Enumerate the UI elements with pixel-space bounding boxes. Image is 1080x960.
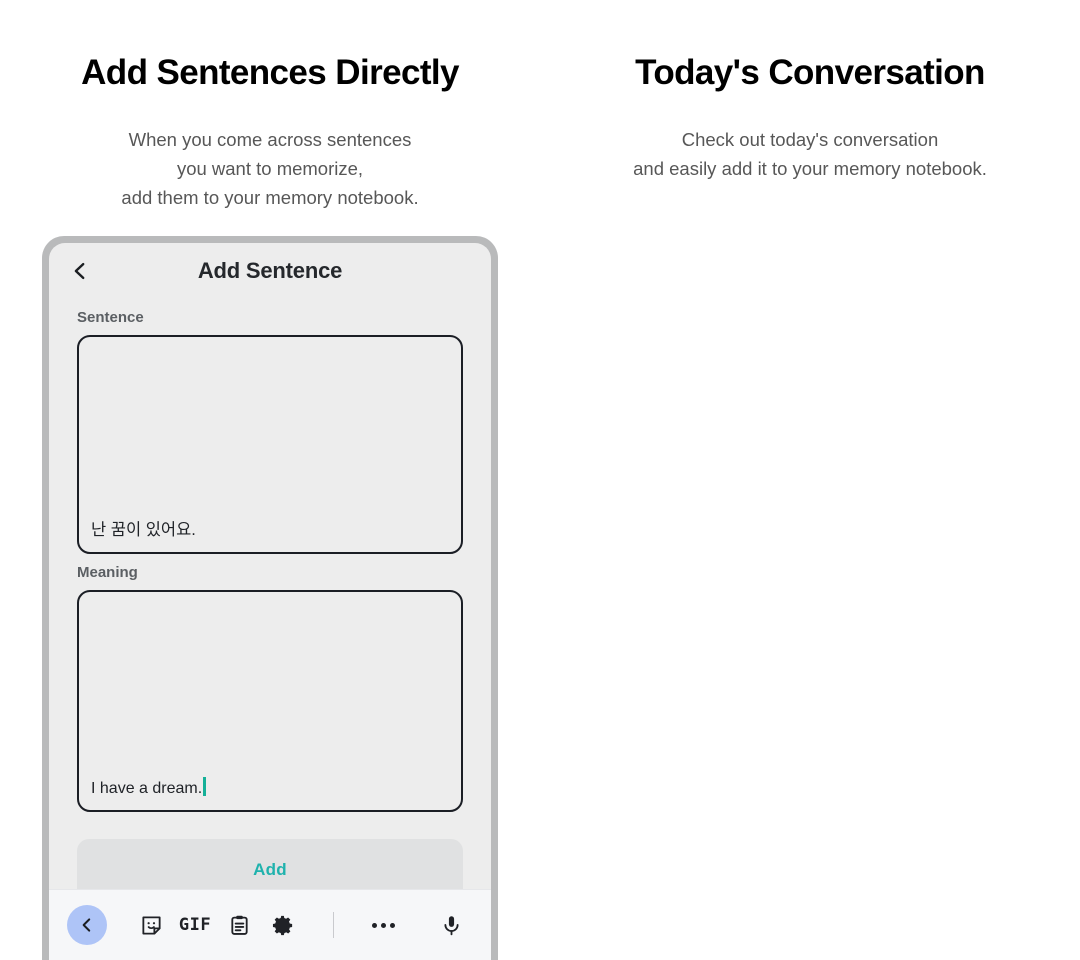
sentence-input-value: 난 꿈이 있어요. [91, 521, 196, 539]
left-subtitle-line-2: you want to memorize, [176, 158, 364, 179]
gear-icon[interactable] [261, 905, 305, 945]
phone-mockup-add-sentence: Add Sentence Sentence 난 꿈이 있어요. Meaning … [42, 236, 498, 960]
left-subtitle-line-3: add them to your memory notebook. [121, 187, 419, 208]
sticker-face-icon[interactable] [129, 905, 173, 945]
meaning-field-label: Meaning [77, 564, 138, 581]
clipboard-icon[interactable] [217, 905, 261, 945]
more-horizontal-icon[interactable] [361, 905, 405, 945]
app-bar: Add Sentence [49, 243, 491, 299]
meaning-input[interactable]: I have a dream. [77, 590, 463, 812]
microphone-icon[interactable] [429, 905, 473, 945]
keyboard-back-button[interactable] [67, 905, 107, 945]
text-caret [203, 777, 206, 796]
promo-page: Add Sentences Directly When you come acr… [0, 0, 1080, 960]
page-title: Add Sentence [197, 258, 343, 283]
meaning-input-value: I have a dream. [91, 780, 203, 797]
right-subtitle-line-1: Check out today's conversation [681, 129, 939, 150]
left-subtitle-line-1: When you come across sentences [128, 129, 412, 150]
right-subtitle-line-2: and easily add it to your memory noteboo… [633, 158, 987, 179]
left-headline: Add Sentences Directly [81, 53, 459, 92]
add-sentence-screen: Add Sentence Sentence 난 꿈이 있어요. Meaning … [49, 243, 491, 960]
sentence-field-label: Sentence [77, 309, 144, 326]
keyboard-divider [332, 912, 334, 938]
keyboard-toolbar: GIF [49, 889, 491, 960]
overflow-dots [371, 922, 395, 928]
left-subtitle: When you come across sentences you want … [0, 93, 540, 212]
sentence-input[interactable]: 난 꿈이 있어요. [77, 335, 463, 554]
meaning-input-row: I have a dream. [91, 774, 206, 798]
right-headline: Today's Conversation [635, 53, 985, 92]
right-subtitle: Check out today's conversation and easil… [540, 93, 1080, 183]
right-column: Today's Conversation Check out today's c… [540, 0, 1080, 960]
left-column: Add Sentences Directly When you come acr… [0, 0, 540, 960]
gif-button[interactable]: GIF [173, 905, 217, 945]
